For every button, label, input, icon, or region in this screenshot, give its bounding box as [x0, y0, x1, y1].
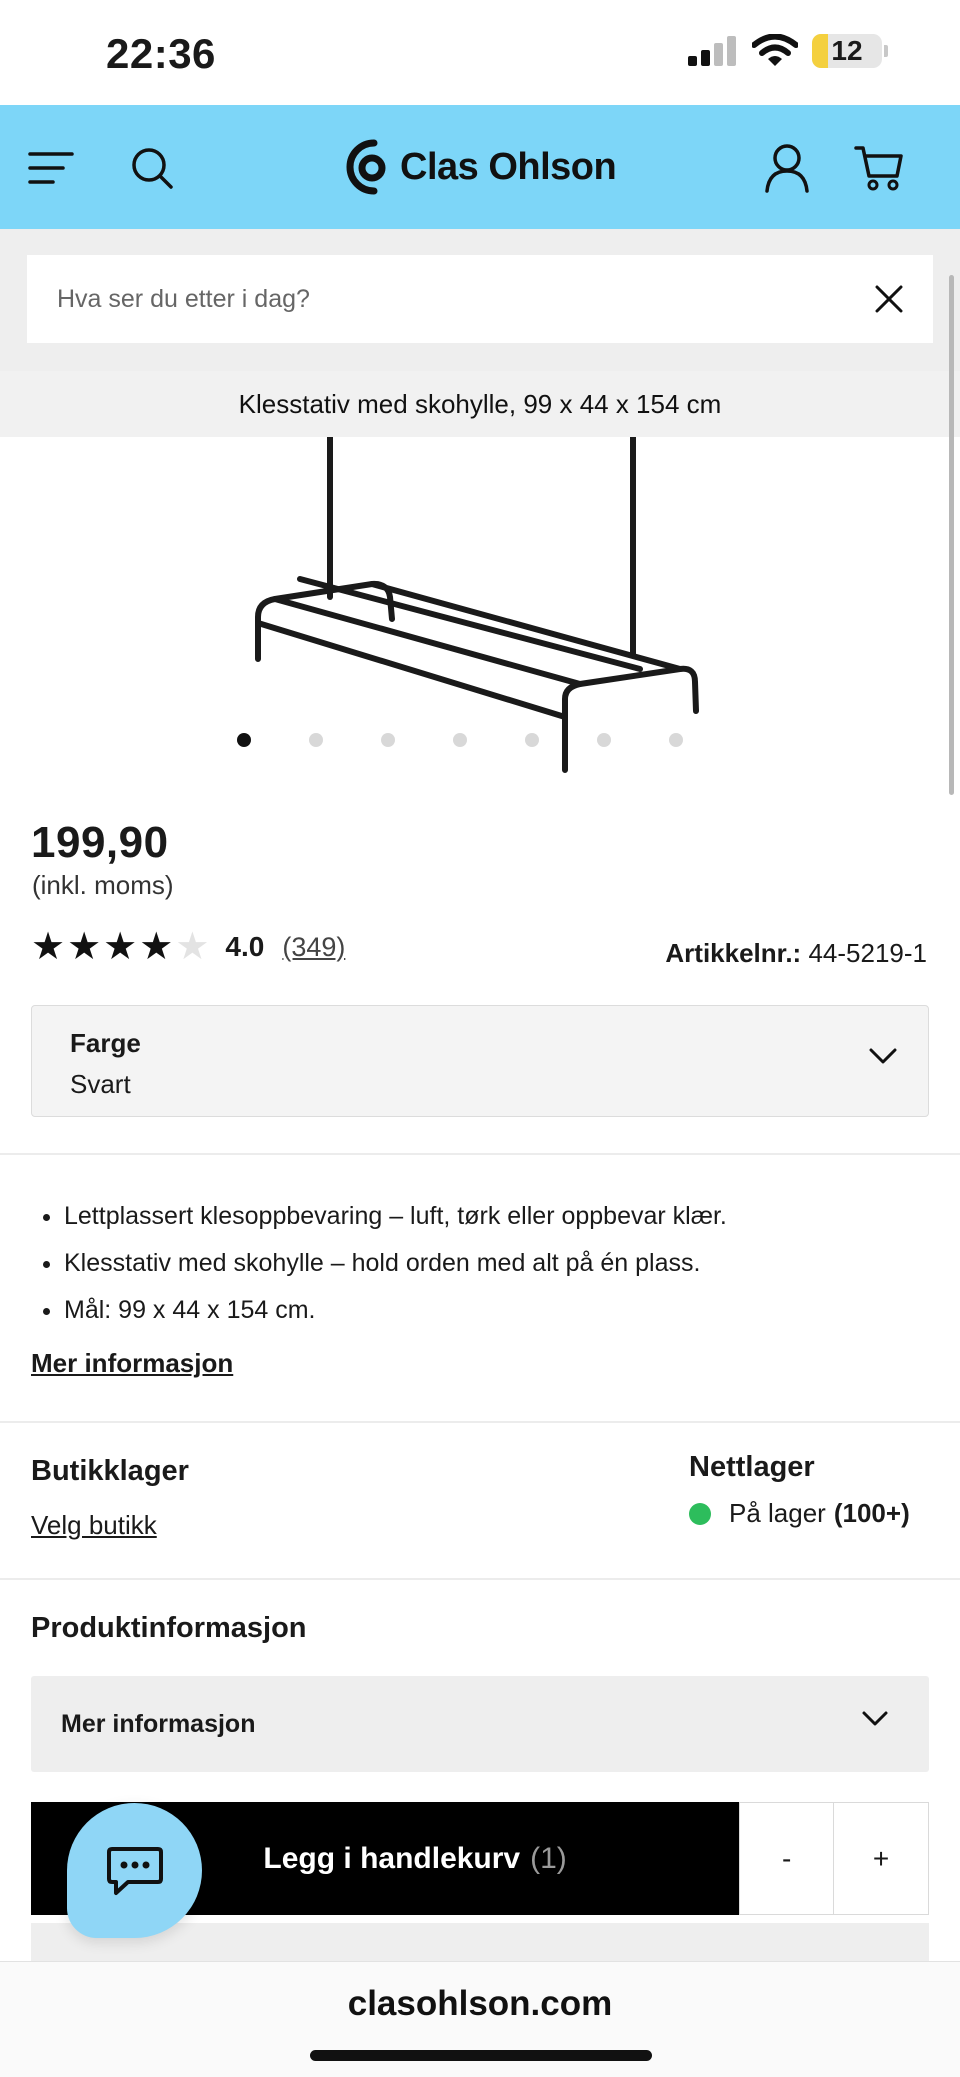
rating-value: 4.0 [225, 931, 265, 962]
gallery-dot[interactable] [597, 733, 611, 747]
product-info-title: Produktinformasjon [31, 1612, 307, 1644]
chat-icon [106, 1846, 163, 1895]
cart-icon[interactable] [852, 141, 906, 195]
divider [0, 1153, 960, 1155]
accordion-label: Mer informasjon [61, 1709, 256, 1738]
price-vat-note: (inkl. moms) [32, 870, 174, 900]
list-item: Lettplassert klesoppbevaring – luft, tør… [64, 1193, 727, 1240]
color-select-label: Farge [70, 1028, 141, 1058]
divider [0, 1421, 960, 1423]
color-select-value: Svart [70, 1069, 131, 1099]
add-to-cart-count: (1) [530, 1841, 567, 1875]
star-icon: ★ [67, 926, 102, 968]
gallery-dot[interactable] [237, 733, 251, 747]
search-input[interactable] [57, 284, 857, 314]
increase-quantity-button[interactable]: + [834, 1802, 929, 1915]
brand-name: Clas Ohlson [400, 145, 617, 188]
gallery-dots [0, 733, 960, 747]
web-stock-count: (100+) [833, 1498, 910, 1528]
product-image [255, 437, 699, 773]
list-item: Klesstativ med skohylle – hold orden med… [64, 1240, 727, 1287]
more-info-link[interactable]: Mer informasjon [31, 1348, 233, 1379]
gallery-dot[interactable] [453, 733, 467, 747]
chat-button[interactable] [67, 1803, 202, 1938]
gallery-dot[interactable] [669, 733, 683, 747]
product-title: Klesstativ med skohylle, 99 x 44 x 154 c… [0, 371, 960, 437]
add-to-cart-label: Legg i handlekurv [263, 1841, 521, 1875]
decrease-quantity-button[interactable]: - [739, 1802, 835, 1915]
review-count-link[interactable]: (349) [282, 932, 345, 963]
search-section [0, 229, 960, 371]
article-number-value: 44-5219-1 [808, 938, 927, 968]
battery-level: 12 [831, 35, 863, 66]
home-indicator[interactable] [310, 2050, 652, 2061]
close-icon[interactable] [867, 277, 911, 321]
star-empty-icon: ★ [175, 926, 210, 968]
web-stock-status: På lager (100+) [689, 1498, 910, 1529]
search-box [27, 255, 933, 343]
status-bar: 22:36 12 [0, 0, 960, 105]
chevron-down-icon [862, 1711, 888, 1726]
brand-logo-icon [346, 139, 386, 195]
menu-icon[interactable] [24, 141, 78, 195]
status-time: 22:36 [106, 30, 216, 77]
feature-list: Lettplassert klesoppbevaring – luft, tør… [64, 1193, 727, 1334]
page-scrollbar[interactable] [949, 275, 954, 795]
web-stock-title: Nettlager [689, 1451, 815, 1483]
select-store-link[interactable]: Velg butikk [31, 1510, 157, 1541]
top-nav: Clas Ohlson [0, 105, 960, 229]
gallery-dot[interactable] [525, 733, 539, 747]
browser-url-bar[interactable]: clasohlson.com [0, 1961, 960, 2077]
star-icon: ★ [139, 926, 174, 968]
wifi-icon [752, 34, 798, 66]
store-stock-title: Butikklager [31, 1455, 189, 1487]
status-icons: 12 [688, 34, 888, 68]
gallery-dot[interactable] [309, 733, 323, 747]
product-rating[interactable]: ★ ★ ★ ★ ★ 4.0 (349) [31, 928, 345, 966]
browser-url[interactable]: clasohlson.com [0, 1984, 960, 2024]
product-info-accordion[interactable]: Mer informasjon [31, 1676, 929, 1772]
product-gallery[interactable] [0, 437, 960, 777]
battery-icon: 12 [812, 34, 882, 68]
article-number: Artikkelnr.: 44-5219-1 [665, 938, 927, 969]
web-stock-label: På lager [729, 1498, 826, 1528]
in-stock-dot-icon [689, 1502, 711, 1525]
article-number-label: Artikkelnr.: [665, 938, 802, 968]
chevron-down-icon [869, 1048, 897, 1064]
star-icon: ★ [103, 926, 138, 968]
divider [0, 1578, 960, 1580]
brand-logo[interactable]: Clas Ohlson [344, 136, 617, 198]
gallery-dot[interactable] [381, 733, 395, 747]
search-icon[interactable] [125, 141, 179, 195]
product-price: 199,90 [31, 818, 169, 867]
user-icon[interactable] [760, 141, 814, 195]
signal-icon [688, 36, 736, 66]
star-icon: ★ [31, 926, 66, 968]
color-select[interactable]: Farge Svart [31, 1005, 929, 1117]
list-item: Mål: 99 x 44 x 154 cm. [64, 1287, 727, 1334]
